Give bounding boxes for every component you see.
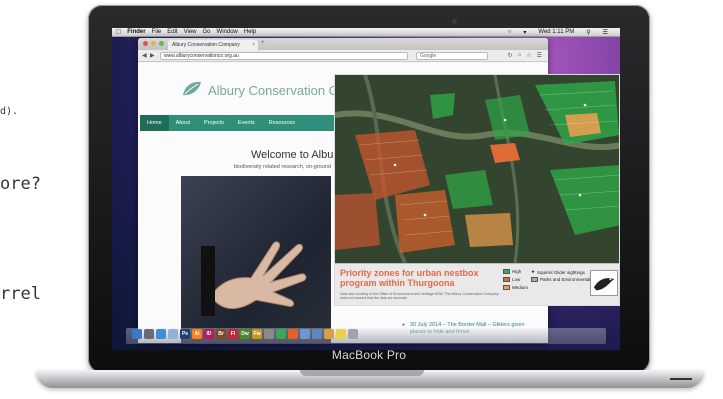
welcome-subline: biodiversity related research, on-ground [234, 164, 331, 170]
legend-item-high: High [503, 269, 521, 274]
flash-icon[interactable]: Fl [228, 329, 238, 339]
list-icon[interactable]: ☰ [603, 29, 608, 36]
preview-icon[interactable] [168, 329, 178, 339]
laptop-brand-label: MacBook Pro [331, 348, 407, 362]
stickies-icon[interactable] [336, 329, 346, 339]
browser-tab[interactable]: Albury Conservation Company × [168, 40, 258, 50]
close-window-button[interactable] [143, 41, 148, 46]
mail-icon[interactable] [312, 329, 322, 339]
laptop-notch [300, 370, 424, 376]
star-icon: ★ [531, 269, 536, 274]
safari-icon[interactable] [156, 329, 166, 339]
slide-text-fragment: rrel [0, 284, 41, 304]
system-prefs-icon[interactable] [264, 329, 274, 339]
toolbar-icons: ↻ ⌂ ☆ ☰ [508, 52, 542, 59]
nav-events[interactable]: Events [231, 115, 262, 131]
photoshop-icon[interactable]: Ps [180, 329, 190, 339]
map-legend: Priority zones for urban nestbox program… [335, 263, 619, 305]
glider-photo [181, 176, 331, 343]
wifi-icon[interactable]: ○ [508, 29, 512, 36]
laptop-screen:  Finder File Edit View Go Window Help ○… [112, 28, 620, 350]
slide-text-fragment: d). [0, 106, 19, 117]
laptop-foot [670, 378, 692, 380]
home-icon[interactable]: ⌂ [518, 52, 522, 59]
new-tab-button[interactable]: + [261, 40, 265, 46]
menu-item-finder[interactable]: Finder [127, 29, 145, 35]
bridge-icon[interactable]: Br [216, 329, 226, 339]
forward-icon[interactable]: ▶ [150, 52, 155, 59]
window-controls [143, 41, 164, 46]
reload-icon[interactable]: ↻ [508, 52, 513, 59]
trash-icon[interactable] [348, 329, 358, 339]
firefox-icon[interactable] [288, 329, 298, 339]
search-icon[interactable]: ⚲ [586, 29, 590, 36]
volume-icon[interactable]: ▾ [523, 29, 526, 36]
chrome-icon[interactable] [276, 329, 286, 339]
maximize-window-button[interactable] [159, 41, 164, 46]
legend-item-medium: Medium [503, 285, 528, 290]
legend-item-low: Low [503, 277, 520, 282]
menu-item-edit[interactable]: Edit [167, 29, 177, 35]
dreamweaver-icon[interactable]: Dw [240, 329, 250, 339]
close-tab-icon[interactable]: × [252, 42, 255, 48]
illustrator-icon[interactable]: Ai [192, 329, 202, 339]
menu-item-file[interactable]: File [152, 29, 162, 35]
map-title: Priority zones for urban nestbox program… [340, 268, 479, 288]
leaf-logo-icon [183, 81, 201, 96]
menu-bar:  Finder File Edit View Go Window Help ○… [112, 28, 620, 37]
fireworks-icon[interactable]: Fw [252, 329, 262, 339]
legend-item-sightings: ★ Squirrel Glider sightings [531, 269, 585, 275]
menu-icon[interactable]: ☰ [537, 52, 542, 59]
bookmark-icon[interactable]: ☆ [526, 52, 531, 59]
tab-bar: Albury Conservation Company × + [138, 38, 548, 50]
photos-icon[interactable] [324, 329, 334, 339]
menu-item-window[interactable]: Window [217, 29, 238, 35]
menu-clock[interactable]: Wed 1:11 PM [538, 29, 574, 36]
itunes-icon[interactable] [300, 329, 310, 339]
nav-projects[interactable]: Projects [197, 115, 231, 131]
nav-home[interactable]: Home [140, 115, 169, 131]
dock: Ps Ai ID Br Fl Dw Fw [126, 328, 606, 344]
glider-logo-icon [590, 270, 618, 296]
launchpad-icon[interactable] [144, 329, 154, 339]
map-note: Data and courtesy of the Office of Envir… [340, 292, 499, 300]
indesign-icon[interactable]: ID [204, 329, 214, 339]
finder-icon[interactable] [132, 329, 142, 339]
glider-paw-image [201, 241, 307, 316]
welcome-heading: Welcome to Albury [251, 149, 343, 161]
nav-about[interactable]: About [169, 115, 197, 131]
site-navigation: Home About Projects Events Resources [140, 115, 350, 131]
tab-title: Albury Conservation Company [172, 42, 240, 48]
camera-icon [452, 19, 457, 24]
presentation-slide: d). ore? rrel MacBook Pro  Finder File … [0, 0, 723, 399]
menu-item-view[interactable]: View [184, 29, 197, 35]
navigation-bar: ◀ ▶ www.alburyconservationco.org.au Goog… [138, 50, 548, 62]
dock-icons: Ps Ai ID Br Fl Dw Fw [132, 329, 358, 339]
search-input[interactable]: Google [416, 52, 488, 60]
menu-item-help[interactable]: Help [244, 29, 256, 35]
back-icon[interactable]: ◀ [142, 52, 147, 59]
nav-resources[interactable]: Resources [262, 115, 302, 131]
apple-icon[interactable]:  [116, 29, 121, 36]
map-image [335, 75, 619, 263]
address-bar[interactable]: www.alburyconservationco.org.au [160, 52, 408, 60]
priority-zones-map: Priority zones for urban nestbox program… [334, 74, 620, 306]
minimize-window-button[interactable] [151, 41, 156, 46]
menu-item-go[interactable]: Go [203, 29, 211, 35]
slide-text-fragment: ore? [0, 174, 41, 194]
